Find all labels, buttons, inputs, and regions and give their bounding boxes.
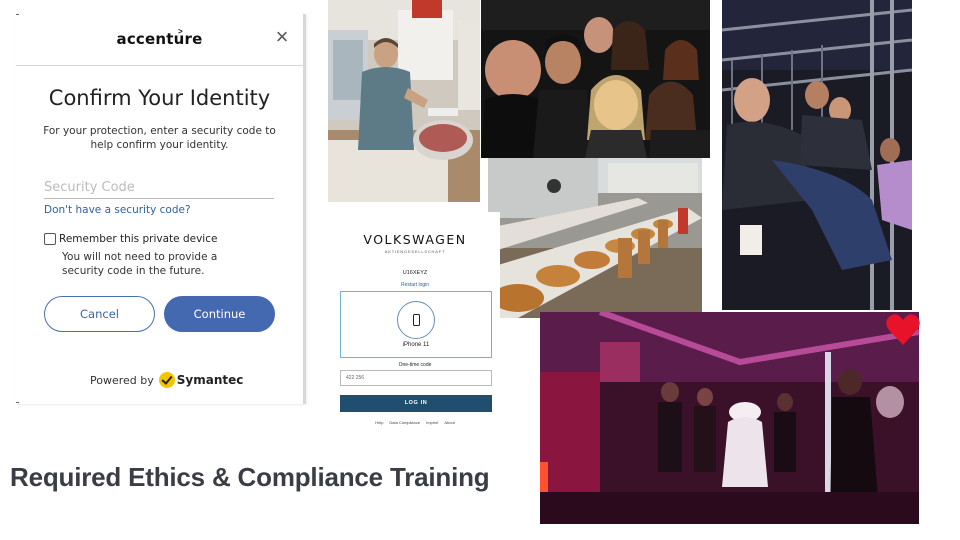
dialog-title: Confirm Your Identity bbox=[48, 86, 271, 110]
footer-links: Help Data Compliance Imprint About bbox=[330, 420, 500, 425]
otp-label: One-time code bbox=[398, 362, 432, 368]
photo-stadium-crowd bbox=[722, 0, 912, 310]
close-icon[interactable]: × bbox=[273, 26, 291, 48]
photo-pizza-hall bbox=[488, 158, 702, 318]
security-code-field-wrap bbox=[44, 178, 274, 199]
accenture-logo: accenture bbox=[116, 30, 203, 48]
user-id-label: U16XEYZ bbox=[402, 270, 428, 276]
remember-device-checkbox[interactable] bbox=[44, 233, 56, 245]
heart-icon bbox=[885, 312, 921, 353]
photo-group-selfie bbox=[481, 0, 710, 158]
continue-button[interactable]: Continue bbox=[164, 296, 275, 332]
footer-link-help[interactable]: Help bbox=[375, 420, 383, 425]
restart-login-link[interactable]: Restart login bbox=[330, 282, 500, 288]
volkswagen-logo-text: VOLKSWAGEN bbox=[363, 232, 467, 247]
volkswagen-subbrand: AKTIENGESELLSCHAFT bbox=[384, 249, 446, 254]
training-caption: Required Ethics & Compliance Training bbox=[10, 462, 490, 492]
no-security-code-link[interactable]: Don't have a security code? bbox=[44, 204, 191, 216]
cancel-button[interactable]: Cancel bbox=[44, 296, 155, 332]
volkswagen-login-card: VOLKSWAGEN AKTIENGESELLSCHAFT U16XEYZ Re… bbox=[330, 212, 500, 440]
symantec-check-icon bbox=[158, 372, 175, 388]
otp-input[interactable]: 422 256 bbox=[340, 370, 492, 386]
accenture-identity-dialog: accenture > × Confirm Your Identity For … bbox=[16, 14, 306, 404]
photo-kitchen-cooking bbox=[328, 0, 480, 202]
crop-mark bbox=[16, 14, 19, 15]
dialog-description: For your protection, enter a security co… bbox=[43, 125, 276, 151]
accenture-logo-mark: > bbox=[178, 27, 183, 36]
smartphone-icon bbox=[413, 314, 420, 326]
device-icon-circle bbox=[397, 301, 435, 339]
remember-device-description: You will not need to provide a security … bbox=[62, 251, 218, 277]
device-name: iPhone 11 bbox=[402, 342, 430, 348]
photo-purple-party bbox=[540, 312, 919, 524]
remember-device-label[interactable]: Remember this private device bbox=[59, 233, 217, 245]
login-button[interactable]: LOG IN bbox=[340, 395, 492, 412]
footer-link-data-compliance[interactable]: Data Compliance bbox=[389, 420, 420, 425]
footer-link-about[interactable]: About bbox=[444, 420, 454, 425]
security-code-input[interactable] bbox=[44, 178, 274, 199]
powered-by-label: Powered by bbox=[90, 373, 154, 387]
dialog-header: accenture > × bbox=[16, 14, 303, 66]
crop-mark bbox=[16, 402, 19, 403]
symantec-logo-text: Symantec bbox=[176, 373, 244, 387]
device-option-iphone[interactable]: iPhone 11 bbox=[340, 291, 492, 358]
footer-link-imprint[interactable]: Imprint bbox=[426, 420, 438, 425]
powered-by-symantec: Powered by Symantec bbox=[90, 372, 243, 388]
remember-device-row: Remember this private device bbox=[44, 233, 217, 245]
